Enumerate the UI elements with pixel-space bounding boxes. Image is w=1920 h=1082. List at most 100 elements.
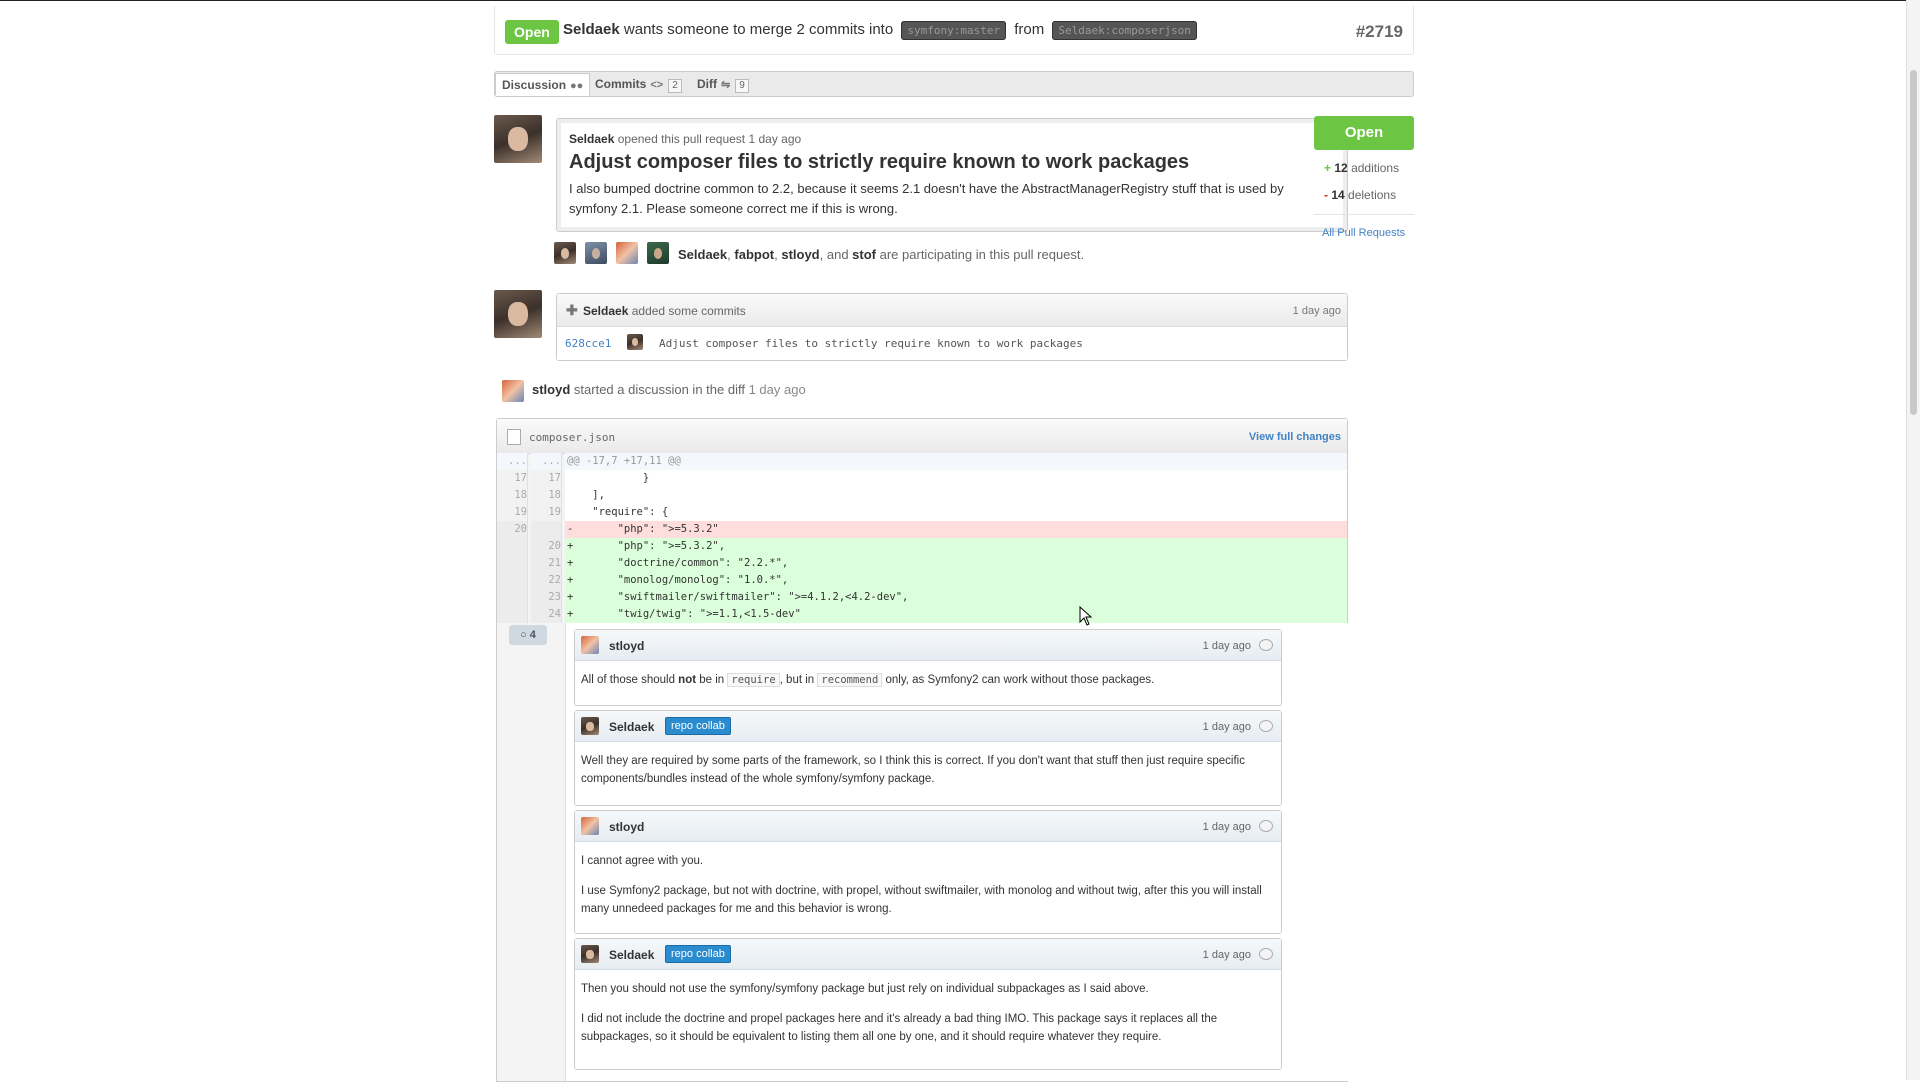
comment-text: only, as Symfony2 can work without those… bbox=[882, 674, 1154, 686]
comment-time: 1 day ago bbox=[1203, 721, 1251, 733]
new-line-number[interactable]: 20 bbox=[531, 538, 562, 555]
diff-code: ], bbox=[565, 487, 1347, 504]
minus-icon: - bbox=[1324, 188, 1328, 202]
discussion-author-link[interactable]: stloyd bbox=[532, 382, 570, 397]
comment-header: Seldaek repo collab 1 day ago bbox=[575, 939, 1281, 970]
comment-paragraph: Then you should not use the symfony/symf… bbox=[581, 980, 1275, 998]
new-line-number[interactable]: 22 bbox=[531, 572, 562, 589]
old-line-number[interactable]: 19 bbox=[497, 504, 528, 521]
participants: Seldaek, fabpot, stloyd, and stof are pa… bbox=[554, 242, 1154, 266]
comment-text: , but in bbox=[780, 674, 818, 686]
comment-text: All of those should bbox=[581, 674, 678, 686]
avatar[interactable] bbox=[581, 945, 599, 963]
diff-code: + "swiftmailer/swiftmailer": ">=4.1.2,<4… bbox=[565, 589, 1347, 606]
old-line-number[interactable] bbox=[497, 572, 528, 589]
avatar[interactable] bbox=[585, 242, 607, 264]
participant-link[interactable]: Seldaek bbox=[678, 247, 727, 262]
old-line-number[interactable]: 20 bbox=[497, 521, 528, 538]
new-line-number[interactable]: ... bbox=[531, 453, 562, 470]
commits-action: added some commits bbox=[632, 304, 746, 318]
new-line-number[interactable]: 23 bbox=[531, 589, 562, 606]
diff-icon: ⇋ bbox=[721, 79, 730, 91]
old-line-number[interactable] bbox=[497, 555, 528, 572]
pr-number: #2719 bbox=[1356, 22, 1403, 42]
participant-link[interactable]: stloyd bbox=[781, 247, 819, 262]
inline-code: recommend bbox=[817, 673, 882, 687]
head-branch[interactable]: Seldaek:composerjson bbox=[1052, 21, 1196, 40]
comment-author[interactable]: Seldaek bbox=[609, 720, 654, 734]
new-line-number[interactable]: 17 bbox=[531, 470, 562, 487]
tab-discussion[interactable]: Discussion●● bbox=[495, 73, 590, 96]
old-line-number[interactable] bbox=[497, 589, 528, 606]
avatar[interactable] bbox=[494, 290, 542, 338]
avatar[interactable] bbox=[581, 817, 599, 835]
tab-label: Discussion bbox=[502, 78, 566, 92]
diff-code: } bbox=[565, 470, 1347, 487]
participant-link[interactable]: stof bbox=[852, 247, 876, 262]
new-line-number[interactable]: 24 bbox=[531, 606, 562, 623]
avatar[interactable] bbox=[494, 115, 542, 163]
avatar[interactable] bbox=[627, 334, 643, 350]
participant-link[interactable]: fabpot bbox=[734, 247, 774, 262]
scrollbar[interactable] bbox=[1906, 0, 1920, 1080]
avatar[interactable] bbox=[616, 242, 638, 264]
state-button[interactable]: Open bbox=[1314, 116, 1414, 150]
old-line-number[interactable]: 17 bbox=[497, 470, 528, 487]
diff-line: 1818 ], bbox=[497, 487, 1347, 504]
avatar[interactable] bbox=[581, 636, 599, 654]
comment-emphasis: not bbox=[678, 674, 696, 686]
reply-icon[interactable] bbox=[1259, 820, 1273, 832]
commit-sha-link[interactable]: 628cce1 bbox=[565, 337, 611, 350]
comment-text: be in bbox=[696, 674, 727, 686]
view-full-changes-link[interactable]: View full changes bbox=[1249, 431, 1341, 443]
new-line-number[interactable] bbox=[531, 521, 562, 538]
tab-count: 2 bbox=[668, 79, 682, 93]
comment-author[interactable]: Seldaek bbox=[609, 948, 654, 962]
comment-count-badge[interactable]: ○ 4 bbox=[509, 625, 547, 645]
all-pull-requests-link[interactable]: All Pull Requests bbox=[1322, 227, 1405, 239]
avatar[interactable] bbox=[647, 242, 669, 264]
new-line-number[interactable]: 18 bbox=[531, 487, 562, 504]
scrollbar-thumb[interactable] bbox=[1910, 70, 1917, 415]
old-line-number[interactable] bbox=[497, 606, 528, 623]
old-line-number[interactable]: 18 bbox=[497, 487, 528, 504]
comment-time: 1 day ago bbox=[1203, 821, 1251, 833]
comment-author[interactable]: stloyd bbox=[609, 639, 644, 653]
new-line-number[interactable]: 21 bbox=[531, 555, 562, 572]
file-header: composer.json View full changes bbox=[497, 419, 1347, 454]
tab-commits[interactable]: Commits<>2 bbox=[589, 73, 688, 95]
diff-code: + "twig/twig": ">=1.1,<1.5-dev" bbox=[565, 606, 1347, 623]
pr-title: Adjust composer files to strictly requir… bbox=[569, 151, 1189, 174]
pr-summary-from: from bbox=[1014, 21, 1044, 38]
comment-header: stloyd 1 day ago bbox=[575, 630, 1281, 661]
comment-author[interactable]: stloyd bbox=[609, 820, 644, 834]
commit-message[interactable]: Adjust composer files to strictly requir… bbox=[659, 337, 1083, 350]
comment: Seldaek repo collab 1 day ago Well they … bbox=[574, 710, 1282, 806]
base-branch[interactable]: symfony:master bbox=[901, 21, 1006, 40]
old-line-number[interactable]: ... bbox=[497, 453, 528, 470]
reply-icon[interactable] bbox=[1259, 720, 1273, 732]
diff-line: 24+ "twig/twig": ">=1.1,<1.5-dev" bbox=[497, 606, 1347, 623]
reply-icon[interactable] bbox=[1259, 639, 1273, 651]
commit-author-link[interactable]: Seldaek bbox=[583, 304, 628, 318]
pr-tabs: Discussion●● Commits<>2 Diff⇋9 bbox=[494, 71, 1414, 97]
new-line-number[interactable]: 19 bbox=[531, 504, 562, 521]
tab-count: 9 bbox=[735, 79, 749, 93]
diff-line: 21+ "doctrine/common": "2.2.*", bbox=[497, 555, 1347, 572]
commits-header-text: Seldaek added some commits bbox=[583, 304, 746, 318]
comment-body: Well they are required by some parts of … bbox=[575, 742, 1281, 788]
comment-body: All of those should not be in require, b… bbox=[575, 661, 1281, 689]
repo-collab-badge: repo collab bbox=[665, 717, 731, 735]
avatar[interactable] bbox=[502, 380, 524, 402]
tab-diff[interactable]: Diff⇋9 bbox=[691, 73, 755, 95]
pr-author-link[interactable]: Seldaek bbox=[563, 21, 620, 38]
avatar[interactable] bbox=[581, 717, 599, 735]
opener-link[interactable]: Seldaek bbox=[569, 132, 614, 146]
state-badge: Open bbox=[505, 20, 559, 44]
diff-line: ......@@ -17,7 +17,11 @@ bbox=[497, 453, 1347, 470]
old-line-number[interactable] bbox=[497, 538, 528, 555]
avatar[interactable] bbox=[554, 242, 576, 264]
comment-time: 1 day ago bbox=[1203, 640, 1251, 652]
reply-icon[interactable] bbox=[1259, 948, 1273, 960]
diff-line: 20+ "php": ">=5.3.2", bbox=[497, 538, 1347, 555]
